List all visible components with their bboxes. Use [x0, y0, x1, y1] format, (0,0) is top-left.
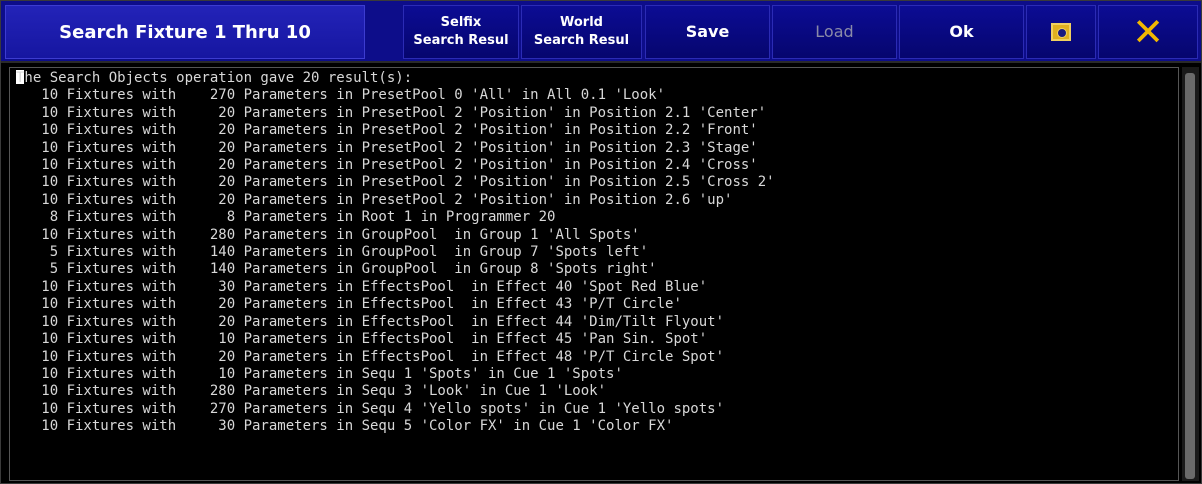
result-line: 10 Fixtures with 280 Parameters in Sequ … — [16, 383, 775, 400]
output-line-text: 8 Fixtures with 8 Parameters in Root 1 i… — [16, 209, 556, 226]
output-line-text: 5 Fixtures with 140 Parameters in GroupP… — [16, 244, 649, 261]
selfix-label: Selfix — [440, 15, 482, 30]
output-scrollbar[interactable] — [1182, 67, 1199, 481]
output-line-text: 10 Fixtures with 20 Parameters in Effect… — [16, 348, 725, 365]
result-line: 10 Fixtures with 20 Parameters in Preset… — [16, 174, 775, 191]
result-line: 5 Fixtures with 140 Parameters in GroupP… — [16, 261, 775, 278]
result-line: 10 Fixtures with 280 Parameters in Group… — [16, 227, 775, 244]
output-line-text: 10 Fixtures with 30 Parameters in Effect… — [16, 278, 708, 295]
result-line: 10 Fixtures with 20 Parameters in Preset… — [16, 157, 775, 174]
output-line-text: 5 Fixtures with 140 Parameters in GroupP… — [16, 261, 657, 278]
output-line-text: 10 Fixtures with 10 Parameters in Sequ 1… — [16, 365, 623, 382]
result-line: 10 Fixtures with 20 Parameters in Effect… — [16, 314, 775, 331]
output-line-text: 10 Fixtures with 270 Parameters in Prese… — [16, 87, 666, 104]
output-line-text: 10 Fixtures with 270 Parameters in Sequ … — [16, 400, 725, 417]
output-header-line: The Search Objects operation gave 20 res… — [16, 70, 775, 87]
close-icon: ✕ — [1132, 10, 1164, 54]
ok-button[interactable]: Ok — [899, 5, 1024, 59]
result-line: 10 Fixtures with 20 Parameters in Preset… — [16, 105, 775, 122]
output-lines: The Search Objects operation gave 20 res… — [16, 70, 775, 436]
selfix-sublabel: Search Resul — [413, 33, 509, 48]
result-line: 10 Fixtures with 270 Parameters in Sequ … — [16, 401, 775, 418]
output-line-text: 10 Fixtures with 20 Parameters in Preset… — [16, 157, 758, 174]
result-line: 10 Fixtures with 20 Parameters in Effect… — [16, 296, 775, 313]
result-line: 10 Fixtures with 30 Parameters in Sequ 5… — [16, 418, 775, 435]
selfix-search-results-button[interactable]: Selfix Search Resul — [403, 5, 519, 59]
load-button[interactable]: Load — [772, 5, 897, 59]
close-button[interactable]: ✕ — [1098, 5, 1198, 59]
world-sublabel: Search Resul — [533, 33, 630, 48]
output-line-text: 10 Fixtures with 20 Parameters in Effect… — [16, 313, 725, 330]
output-line-text: The Search Objects operation gave 20 res… — [16, 70, 413, 86]
screenshot-button[interactable] — [1026, 5, 1096, 59]
result-line: 5 Fixtures with 140 Parameters in GroupP… — [16, 244, 775, 261]
result-line: 10 Fixtures with 20 Parameters in Preset… — [16, 192, 775, 209]
output-line-text: 10 Fixtures with 20 Parameters in Preset… — [16, 139, 758, 156]
result-line: 10 Fixtures with 20 Parameters in Preset… — [16, 140, 775, 157]
result-line: 10 Fixtures with 20 Parameters in Effect… — [16, 349, 775, 366]
world-label: World — [560, 15, 603, 30]
save-button[interactable]: Save — [645, 5, 770, 59]
output-line-text: 10 Fixtures with 280 Parameters in Sequ … — [16, 383, 607, 400]
result-line: 8 Fixtures with 8 Parameters in Root 1 i… — [16, 209, 775, 226]
search-output-panel: The Search Objects operation gave 20 res… — [9, 67, 1179, 481]
output-line-text: 10 Fixtures with 20 Parameters in Effect… — [16, 296, 682, 313]
output-line-text: 10 Fixtures with 20 Parameters in Preset… — [16, 191, 733, 208]
world-search-results-button[interactable]: World Search Resul — [521, 5, 642, 59]
output-line-text: 10 Fixtures with 10 Parameters in Effect… — [16, 331, 708, 348]
result-line: 10 Fixtures with 10 Parameters in Effect… — [16, 331, 775, 348]
result-line: 10 Fixtures with 270 Parameters in Prese… — [16, 87, 775, 104]
output-line-text: 10 Fixtures with 30 Parameters in Sequ 5… — [16, 418, 674, 435]
output-line-text: 10 Fixtures with 20 Parameters in Preset… — [16, 122, 758, 139]
screenshot-icon — [1051, 23, 1071, 41]
scrollbar-thumb[interactable] — [1185, 73, 1195, 479]
output-line-text: 10 Fixtures with 20 Parameters in Preset… — [16, 174, 775, 191]
result-line: 10 Fixtures with 20 Parameters in Preset… — [16, 122, 775, 139]
window-title: Search Fixture 1 Thru 10 — [5, 5, 365, 59]
result-line: 10 Fixtures with 30 Parameters in Effect… — [16, 279, 775, 296]
title-bar: Search Fixture 1 Thru 10 Selfix Search R… — [1, 1, 1201, 63]
output-line-text: 10 Fixtures with 20 Parameters in Preset… — [16, 104, 767, 121]
search-results-window: Search Fixture 1 Thru 10 Selfix Search R… — [0, 0, 1202, 484]
result-line: 10 Fixtures with 10 Parameters in Sequ 1… — [16, 366, 775, 383]
output-line-text: 10 Fixtures with 280 Parameters in Group… — [16, 226, 640, 243]
